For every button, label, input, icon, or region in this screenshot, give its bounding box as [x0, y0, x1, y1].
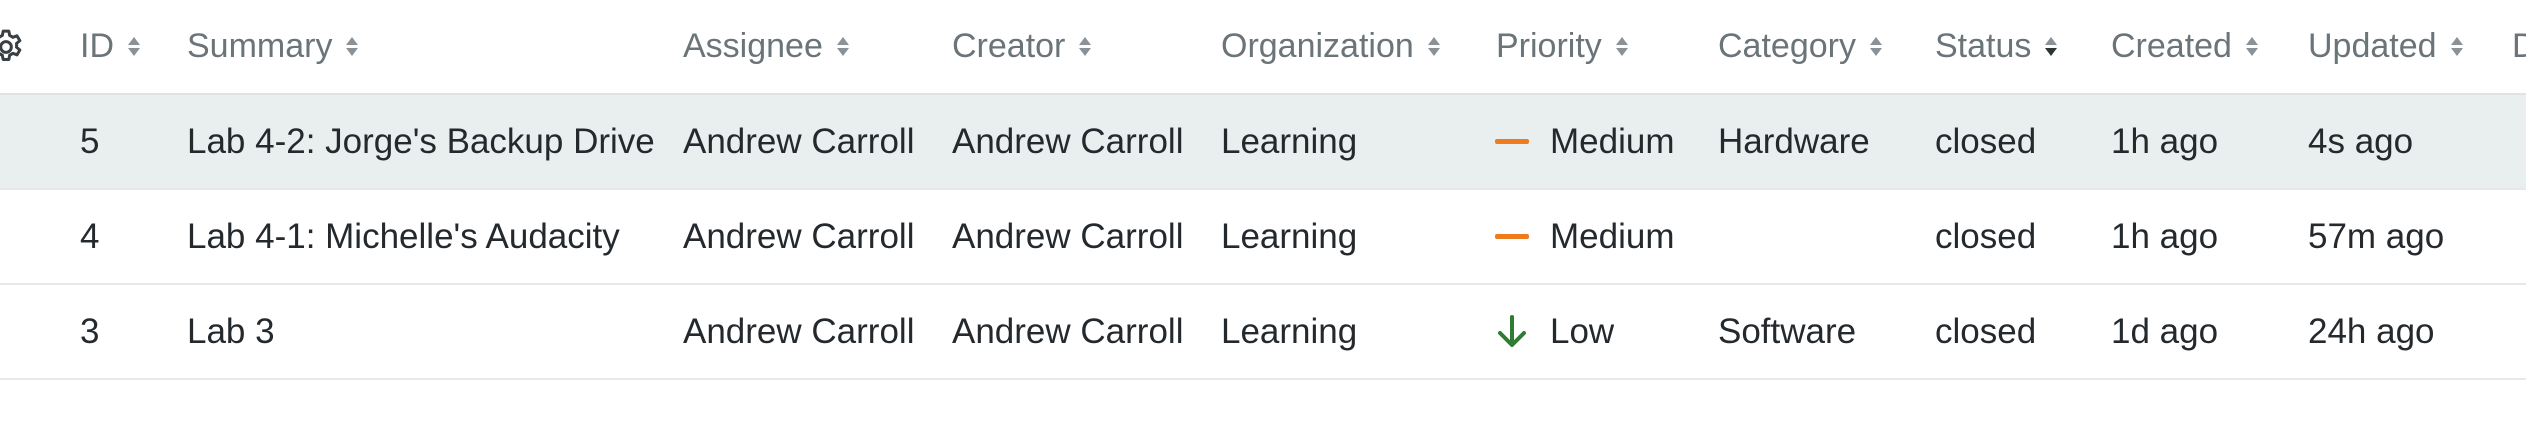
column-header-label: Priority [1496, 27, 1602, 65]
column-header-created[interactable]: Created [2111, 0, 2260, 93]
cell-organization: Learning [1221, 311, 1358, 351]
cell-assignee: Andrew Carroll [683, 216, 915, 256]
cell-priority: Medium [1494, 190, 1674, 283]
cell-id: 3 [80, 311, 100, 351]
cell-status: closed [1935, 311, 2037, 351]
cell-organization: Learning [1221, 121, 1358, 161]
cell-priority: Medium [1494, 95, 1674, 188]
cell-summary[interactable]: Lab 3 [187, 285, 275, 378]
cell-status: closed [1935, 121, 2037, 161]
column-header-label: Created [2111, 27, 2232, 65]
cell-category: Hardware [1718, 121, 1870, 161]
column-header-label: D [2512, 27, 2526, 65]
gear-icon[interactable] [0, 27, 26, 67]
cell-created: 1h ago [2111, 121, 2219, 161]
table-row[interactable]: 3 Lab 3 Andrew Carroll Andrew Carroll Le… [0, 285, 2526, 380]
cell-creator: Andrew Carroll [952, 216, 1184, 256]
cell-updated: 57m ago [2308, 216, 2445, 256]
column-header-label: Organization [1221, 27, 1414, 65]
sort-icon[interactable] [2450, 32, 2465, 62]
column-header-id[interactable]: ID [80, 0, 142, 93]
column-header-updated[interactable]: Updated [2308, 0, 2465, 93]
priority-label: Medium [1550, 121, 1675, 161]
dash-icon [1494, 219, 1530, 255]
column-header-label: Summary [187, 27, 333, 65]
cell-assignee: Andrew Carroll [683, 311, 915, 351]
sort-icon[interactable] [1079, 32, 1093, 62]
sort-icon[interactable] [1615, 32, 1630, 62]
column-header-category[interactable]: Category [1718, 0, 1884, 93]
sort-icon[interactable] [346, 32, 360, 62]
sort-icon[interactable] [1869, 32, 1884, 62]
cell-creator: Andrew Carroll [952, 311, 1184, 351]
arrow-down-icon [1494, 314, 1530, 350]
column-header-assignee[interactable]: Assignee [683, 0, 851, 93]
column-header-label: Updated [2308, 27, 2437, 65]
column-header-creator[interactable]: Creator [952, 0, 1093, 93]
cell-summary[interactable]: Lab 4-1: Michelle's Audacity [187, 190, 620, 283]
priority-label: Medium [1550, 216, 1675, 256]
priority-label: Low [1550, 311, 1615, 351]
ticket-table: ID Summary Assignee Creator Organization… [0, 0, 2526, 380]
cell-summary[interactable]: Lab 4-2: Jorge's Backup Drive [187, 95, 655, 188]
cell-created: 1d ago [2111, 311, 2219, 351]
dash-icon [1494, 124, 1530, 160]
sort-desc-icon[interactable] [2045, 32, 2059, 62]
cell-updated: 24h ago [2308, 311, 2435, 351]
sort-icon[interactable] [2245, 32, 2260, 62]
column-header-label: Status [1935, 27, 2032, 65]
column-header-priority[interactable]: Priority [1496, 0, 1630, 93]
column-header-organization[interactable]: Organization [1221, 0, 1442, 93]
column-header-label: Category [1718, 27, 1856, 65]
cell-creator: Andrew Carroll [952, 121, 1184, 161]
cell-id: 5 [80, 121, 100, 161]
cell-category: Software [1718, 311, 1857, 351]
cell-organization: Learning [1221, 216, 1358, 256]
cell-status: closed [1935, 216, 2037, 256]
column-header-label: Creator [952, 27, 1066, 65]
column-header-overflow[interactable]: D [2512, 0, 2526, 93]
cell-assignee: Andrew Carroll [683, 121, 915, 161]
column-header-label: Assignee [683, 27, 823, 65]
column-header-label: ID [80, 27, 114, 65]
sort-icon[interactable] [128, 32, 142, 62]
sort-icon[interactable] [1427, 32, 1442, 62]
table-row[interactable]: 4 Lab 4-1: Michelle's Audacity Andrew Ca… [0, 190, 2526, 285]
table-header: ID Summary Assignee Creator Organization… [0, 0, 2526, 95]
cell-updated: 4s ago [2308, 121, 2414, 161]
table-row[interactable]: 5 Lab 4-2: Jorge's Backup Drive Andrew C… [0, 95, 2526, 190]
cell-id: 4 [80, 216, 100, 256]
column-header-status[interactable]: Status [1935, 0, 2059, 93]
cell-priority: Low [1494, 285, 1614, 378]
sort-icon[interactable] [836, 32, 851, 62]
cell-created: 1h ago [2111, 216, 2219, 256]
column-header-summary[interactable]: Summary [187, 0, 360, 93]
